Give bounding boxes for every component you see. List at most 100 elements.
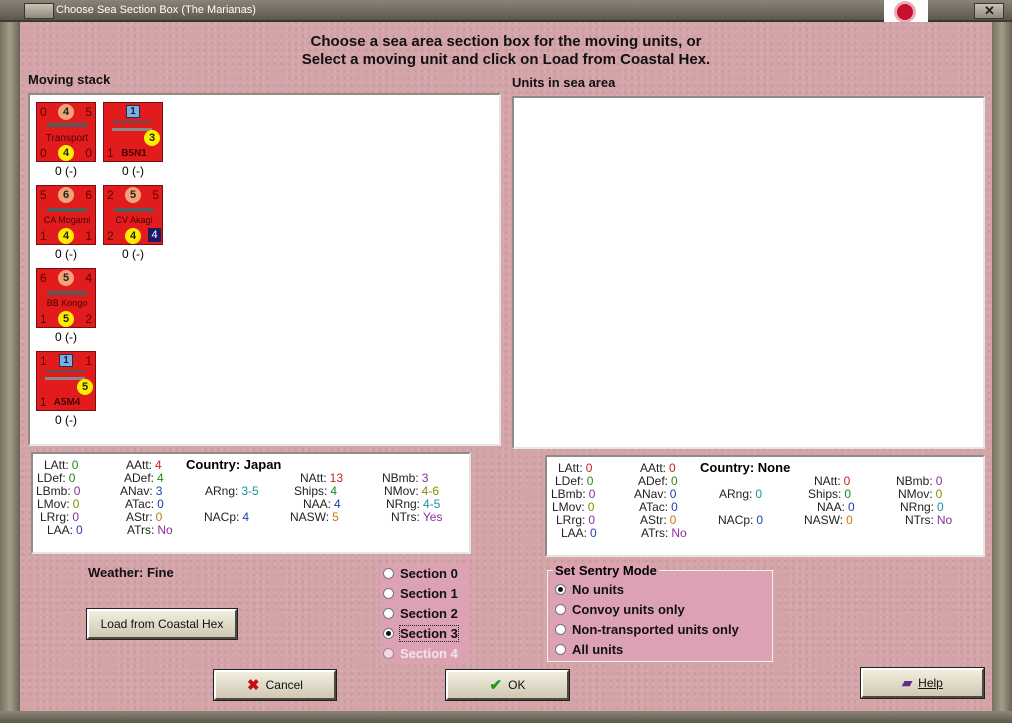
stat-adef: ADef: 0	[638, 474, 678, 488]
system-menu-button[interactable]	[24, 3, 54, 19]
sentry-convoy-units-radio[interactable]: Convoy units only	[555, 602, 685, 617]
stat-atac: ATac: 0	[125, 497, 164, 511]
stat-lrrg: LRrg: 0	[556, 513, 596, 527]
moving-stack-stats: LAtt: 0 LDef: 0 LBmb: 0 LMov: 0 LRrg: 0 LAA: 0…	[31, 452, 471, 554]
radio-icon	[383, 608, 394, 619]
unit-counter-bb-kongo[interactable]: 6 5 4 BB Kongo 1 5 2	[36, 268, 96, 328]
sea-area-stats: LAtt: 0 LDef: 0 LBmb: 0 LMov: 0 LRrg: 0 LAA: 0…	[545, 455, 985, 557]
stat-ships: Ships: 4	[294, 484, 338, 498]
close-icon: ✕	[984, 3, 995, 18]
counter-value: 6	[40, 271, 47, 285]
counter-value: 5	[40, 188, 47, 202]
unit-name: A5M4	[53, 397, 81, 408]
radio-selected-icon	[555, 584, 566, 595]
window-bottom-border	[0, 711, 1012, 723]
range-badge: 1	[126, 105, 140, 118]
cancel-button[interactable]: ✖ Cancel	[213, 669, 337, 701]
stat-aatt: AAtt: 4	[126, 458, 162, 472]
instruction-line-1: Choose a sea area section box for the mo…	[310, 33, 702, 50]
help-book-icon: ▰	[902, 675, 913, 690]
stat-naa: NAA: 4	[303, 497, 341, 511]
japan-flag-icon	[884, 0, 928, 22]
stat-arng: ARng: 3-5	[205, 484, 259, 498]
counter-value: 5	[85, 105, 92, 119]
sentry-all-units-radio[interactable]: All units	[555, 642, 623, 657]
radio-icon	[555, 624, 566, 635]
unit-counter-cv-akagi[interactable]: 2 5 5 CV Akagi 2 4 4	[103, 185, 163, 245]
help-button[interactable]: ▰ Help	[860, 667, 985, 699]
unit-counter-transport[interactable]: 0 4 5 Transport 0 4 0	[36, 102, 96, 162]
counter-value: 0	[40, 105, 47, 119]
stat-anav: ANav: 0	[634, 487, 677, 501]
stat-laa: LAA: 0	[561, 526, 597, 540]
unit-status: 0 (-)	[55, 413, 77, 427]
unit-counter-b5n1[interactable]: 1 3 1 B5N1	[103, 102, 163, 162]
counter-value: 5	[152, 188, 159, 202]
ship-icon	[47, 123, 87, 127]
stat-latt: LAtt: 0	[44, 458, 79, 472]
title-bar: Choose Sea Section Box (The Marianas) ✕	[0, 0, 1012, 22]
unit-status: 0 (-)	[55, 164, 77, 178]
counter-value: 1	[40, 312, 47, 326]
moving-stack-panel: 0 4 5 Transport 0 4 0 0 (-) 1 3 1 B5N1 0…	[28, 93, 501, 446]
cancel-x-icon: ✖	[247, 677, 260, 694]
counter-value: 2	[85, 312, 92, 326]
counter-value: 5	[58, 311, 74, 327]
stat-anav: ANav: 3	[120, 484, 163, 498]
stat-nmov: NMov: 4-6	[384, 484, 440, 498]
radio-selected-icon	[383, 628, 394, 639]
counter-value: 2	[107, 229, 114, 243]
aircraft-icon	[45, 370, 85, 380]
stat-nasw: NASW: 5	[290, 510, 339, 524]
air-capacity-badge: 4	[148, 228, 161, 242]
sentry-non-transported-radio[interactable]: Non-transported units only	[555, 622, 739, 637]
stat-ntrs: NTrs: No	[905, 513, 953, 527]
stat-astr: AStr: 0	[640, 513, 677, 527]
stat-ntrs: NTrs: Yes	[391, 510, 443, 524]
radio-icon	[383, 568, 394, 579]
button-label: OK	[508, 678, 526, 692]
load-from-coastal-hex-button[interactable]: Load from Coastal Hex	[86, 608, 238, 640]
unit-counter-ca-mogami[interactable]: 5 6 6 CA Mogami 1 4 1	[36, 185, 96, 245]
stat-ldef: LDef: 0	[555, 474, 594, 488]
stat-atrs: ATrs: No	[127, 523, 173, 537]
stat-ldef: LDef: 0	[37, 471, 76, 485]
stat-astr: AStr: 0	[126, 510, 163, 524]
stat-lbmb: LBmb: 0	[551, 487, 596, 501]
stat-nbmb: NBmb: 3	[382, 471, 429, 485]
carrier-icon	[114, 208, 154, 212]
section-1-radio[interactable]: Section 1	[383, 586, 458, 601]
close-window-button[interactable]: ✕	[974, 3, 1004, 19]
counter-value: 0	[40, 146, 47, 160]
unit-counter-a5m4[interactable]: 1 1 1 5 1 A5M4	[36, 351, 96, 411]
section-0-radio[interactable]: Section 0	[383, 566, 458, 581]
stat-nrng: NRng: 4-5	[386, 497, 441, 511]
ok-button[interactable]: ✔ OK	[445, 669, 570, 701]
aircraft-icon	[112, 121, 152, 131]
stat-atrs: ATrs: No	[641, 526, 687, 540]
stat-nasw: NASW: 0	[804, 513, 853, 527]
stat-lbmb: LBmb: 0	[36, 484, 81, 498]
counter-value: 4	[85, 271, 92, 285]
unit-status: 0 (-)	[55, 330, 77, 344]
counter-value: 6	[85, 188, 92, 202]
sentry-no-units-radio[interactable]: No units	[555, 582, 624, 597]
range-badge: 1	[59, 354, 73, 367]
sentry-mode-title: Set Sentry Mode	[553, 563, 659, 578]
counter-value: 6	[58, 187, 74, 203]
section-3-radio[interactable]: Section 3	[383, 625, 459, 642]
stat-laa: LAA: 0	[47, 523, 83, 537]
stat-aatt: AAtt: 0	[640, 461, 676, 475]
unit-status: 0 (-)	[122, 164, 144, 178]
radio-icon	[383, 588, 394, 599]
stat-lmov: LMov: 0	[552, 500, 595, 514]
section-2-radio[interactable]: Section 2	[383, 606, 458, 621]
counter-value: 2	[107, 188, 114, 202]
instruction-line-2: Select a moving unit and click on Load f…	[301, 51, 711, 68]
stat-lrrg: LRrg: 0	[40, 510, 80, 524]
country-field: Country: Japan	[186, 457, 282, 472]
sea-area-units-panel	[512, 96, 985, 449]
counter-value: 4	[58, 145, 74, 161]
stat-nbmb: NBmb: 0	[896, 474, 943, 488]
counter-value: 5	[125, 187, 141, 203]
